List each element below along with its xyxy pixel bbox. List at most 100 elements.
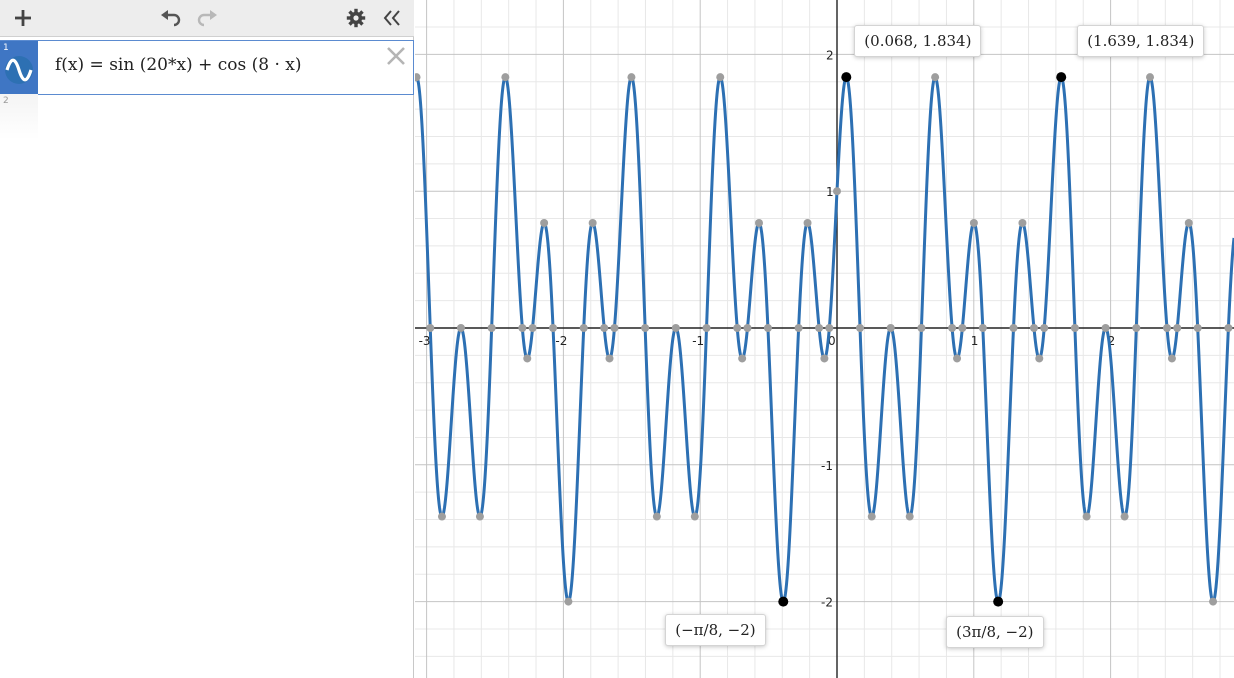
point-of-interest	[605, 354, 614, 363]
point-of-interest	[969, 219, 978, 228]
point-of-interest	[518, 324, 527, 332]
point-of-interest	[1146, 73, 1155, 82]
point-of-interest	[856, 324, 865, 332]
expression-input[interactable]: f(x) = sin (20*x) + cos (8 · x)	[55, 55, 302, 75]
point-of-interest	[763, 324, 772, 332]
x-tick-label: -2	[555, 334, 567, 348]
point-of-interest	[755, 219, 764, 228]
point-of-interest	[905, 512, 914, 521]
point-of-interest	[564, 597, 573, 606]
settings-button[interactable]	[342, 0, 370, 36]
point-of-interest	[1167, 354, 1176, 363]
y-tick-label: -1	[821, 459, 833, 473]
point-of-interest	[825, 324, 834, 332]
point-of-interest	[702, 324, 711, 332]
point-of-interest	[501, 73, 510, 82]
point-of-interest	[815, 324, 824, 332]
point-label[interactable]: (1.639, 1.834)	[1077, 25, 1205, 58]
point-of-interest	[833, 187, 841, 196]
redo-button[interactable]	[192, 0, 222, 36]
collapse-panel-button[interactable]	[378, 0, 406, 36]
point-label[interactable]: (0.068, 1.834)	[854, 25, 982, 58]
point-of-interest	[948, 324, 957, 332]
point-of-interest	[528, 324, 537, 332]
expression-index: 1	[3, 43, 9, 53]
redo-icon	[197, 10, 217, 27]
point-of-interest	[437, 512, 446, 521]
point-label[interactable]: (−π/8, −2)	[665, 613, 766, 646]
graph-canvas[interactable]: -3 -2 -1 0 1 221-1-2	[415, 0, 1234, 678]
point-of-interest	[456, 324, 465, 332]
point-of-interest	[549, 324, 558, 332]
gear-icon	[346, 8, 366, 28]
point-of-interest	[1018, 219, 1027, 228]
point-of-interest	[803, 219, 812, 228]
close-icon	[387, 47, 405, 65]
point-of-interest	[1132, 324, 1141, 332]
point-of-interest	[426, 324, 435, 332]
point-of-interest	[415, 73, 421, 82]
point-of-interest	[738, 354, 747, 363]
x-tick-label: 1	[971, 334, 979, 348]
point-of-interest	[716, 73, 725, 82]
point-of-interest	[1184, 219, 1193, 228]
expression-panel: 1 f(x) = sin (20*x) + cos (8 · x) 2	[0, 0, 414, 678]
point-of-interest	[523, 354, 532, 363]
point-of-interest	[743, 324, 752, 332]
point-of-interest	[579, 324, 588, 332]
point-of-interest	[886, 324, 895, 332]
labeled-point	[993, 596, 1004, 607]
point-of-interest	[917, 324, 926, 332]
y-tick-label: 2	[826, 48, 834, 62]
point-of-interest	[641, 324, 650, 332]
point-of-interest	[1029, 324, 1038, 332]
add-expression-button[interactable]	[8, 0, 38, 36]
point-of-interest	[1070, 324, 1079, 332]
point-of-interest	[652, 512, 661, 521]
point-of-interest	[487, 324, 496, 332]
point-of-interest	[958, 324, 967, 332]
labeled-point	[841, 72, 852, 83]
expression-gutter[interactable]: 2	[0, 94, 38, 140]
empty-expression-row[interactable]: 2	[0, 94, 414, 140]
point-of-interest	[540, 219, 549, 228]
expression-index: 2	[3, 96, 9, 106]
point-label[interactable]: (3π/8, −2)	[946, 615, 1044, 648]
point-of-interest	[627, 73, 636, 82]
point-of-interest	[1120, 512, 1129, 521]
point-of-interest	[867, 512, 876, 521]
graph-paper[interactable]: -3 -2 -1 0 1 2 2 1 -1 -2 (0.068, 1.834) (1.639, 1.…	[415, 0, 1234, 678]
point-of-interest	[600, 324, 609, 332]
point-of-interest	[733, 324, 742, 332]
point-of-interest	[978, 324, 987, 332]
point-of-interest	[671, 324, 680, 332]
point-of-interest	[475, 512, 484, 521]
labeled-point	[1056, 72, 1067, 83]
undo-icon	[161, 10, 181, 27]
wave-icon[interactable]	[4, 55, 34, 85]
point-of-interest	[1163, 324, 1172, 332]
point-of-interest	[1209, 597, 1218, 606]
point-of-interest	[588, 219, 597, 228]
point-of-interest	[1009, 324, 1018, 332]
point-of-interest	[610, 324, 619, 332]
point-of-interest	[1173, 324, 1182, 332]
expression-row[interactable]: 1 f(x) = sin (20*x) + cos (8 · x)	[0, 40, 414, 95]
labeled-point	[778, 596, 789, 607]
point-of-interest	[1193, 324, 1202, 332]
point-of-interest	[953, 354, 962, 363]
x-tick-label: -1	[692, 334, 704, 348]
plus-icon	[15, 10, 31, 26]
undo-button[interactable]	[156, 0, 186, 36]
point-of-interest	[1040, 324, 1049, 332]
point-of-interest	[1224, 324, 1233, 332]
double-chevron-left-icon	[383, 10, 400, 26]
expression-toolbar	[0, 0, 414, 37]
delete-expression-button[interactable]	[385, 45, 407, 67]
point-of-interest	[1082, 512, 1091, 521]
point-of-interest	[820, 354, 829, 363]
expression-gutter[interactable]: 1	[0, 41, 38, 94]
point-of-interest	[1035, 354, 1044, 363]
x-tick-label: -3	[419, 334, 431, 348]
point-of-interest	[931, 73, 940, 82]
